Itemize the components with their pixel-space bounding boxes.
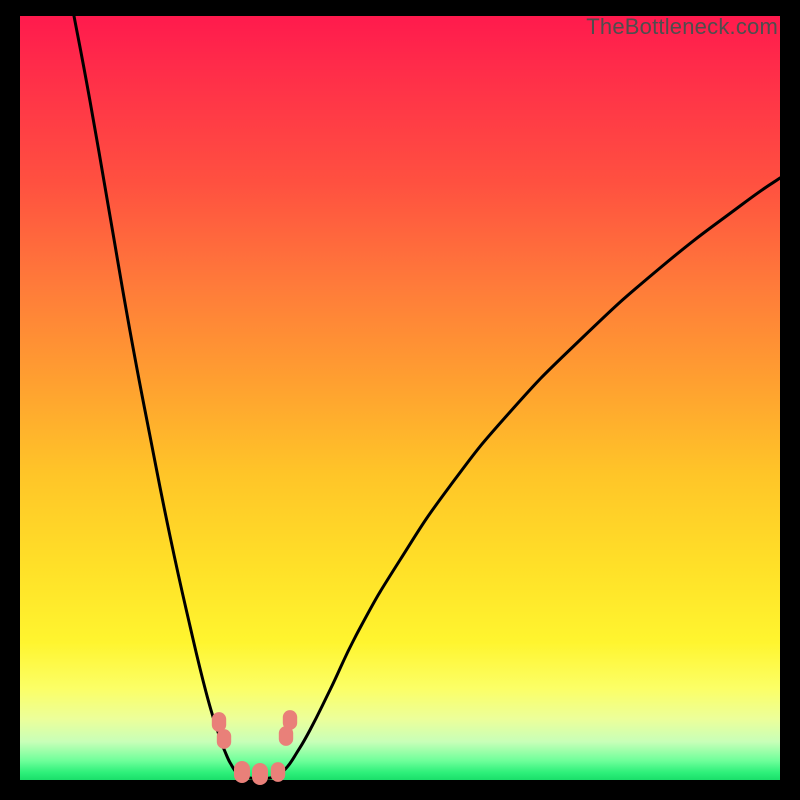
curve-left-branch: [74, 16, 236, 772]
valley-marker-2: [234, 761, 250, 783]
valley-marker-6: [283, 710, 297, 730]
valley-marker-3: [252, 763, 268, 785]
valley-markers: [212, 710, 297, 785]
watermark-text: TheBottleneck.com: [586, 14, 778, 40]
bottleneck-curve: [20, 16, 780, 780]
curve-right-branch: [282, 178, 780, 772]
chart-frame: TheBottleneck.com: [20, 16, 780, 780]
valley-marker-0: [212, 712, 226, 732]
valley-marker-1: [217, 729, 231, 749]
plot-area: [20, 16, 780, 780]
valley-marker-4: [271, 762, 285, 782]
